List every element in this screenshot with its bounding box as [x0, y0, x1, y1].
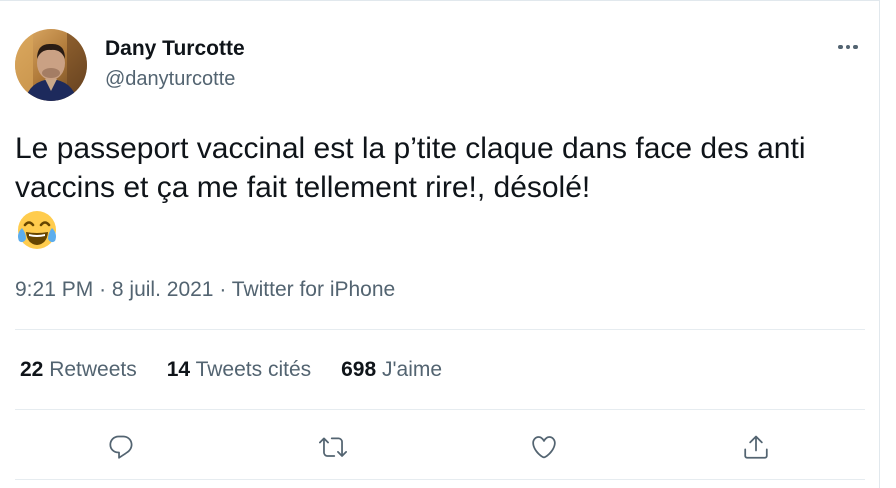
retweets-stat[interactable]: 22 Retweets [20, 358, 137, 382]
reply-button[interactable] [101, 427, 141, 467]
tweet-text: Le passeport vaccinal est la p’tite claq… [15, 132, 806, 204]
likes-stat[interactable]: 698 J'aime [341, 358, 442, 382]
meta-separator: · [99, 278, 107, 301]
meta-separator: · [219, 278, 227, 301]
like-button[interactable] [524, 427, 564, 467]
divider [15, 479, 865, 480]
tweet-date[interactable]: 8 juil. 2021 [112, 278, 214, 301]
tweet-card: Dany Turcotte @danyturcotte Le passeport… [0, 0, 880, 488]
more-dots-icon [838, 44, 843, 50]
avatar[interactable] [15, 29, 87, 101]
tweet-stats: 22 Retweets 14 Tweets cités 698 J'aime [20, 358, 442, 382]
share-button[interactable] [736, 427, 776, 467]
quote-tweets-stat[interactable]: 14 Tweets cités [167, 358, 311, 382]
share-icon [744, 435, 768, 459]
face-with-tears-of-joy-icon [15, 208, 59, 252]
tweet-meta: 9:21 PM · 8 juil. 2021 · Twitter for iPh… [15, 278, 395, 302]
retweet-icon [319, 437, 347, 457]
heart-icon [532, 436, 556, 459]
more-options-button[interactable] [830, 33, 866, 61]
scroll-rail [880, 0, 896, 488]
action-bar [0, 421, 880, 471]
reply-icon [109, 435, 133, 459]
divider [15, 409, 865, 410]
author-handle[interactable]: @danyturcotte [105, 68, 235, 91]
tweet-time[interactable]: 9:21 PM [15, 278, 93, 301]
tweet-source[interactable]: Twitter for iPhone [232, 278, 395, 301]
author-name[interactable]: Dany Turcotte [105, 37, 245, 61]
retweet-button[interactable] [313, 427, 353, 467]
divider [15, 329, 865, 330]
avatar-image [15, 29, 87, 101]
